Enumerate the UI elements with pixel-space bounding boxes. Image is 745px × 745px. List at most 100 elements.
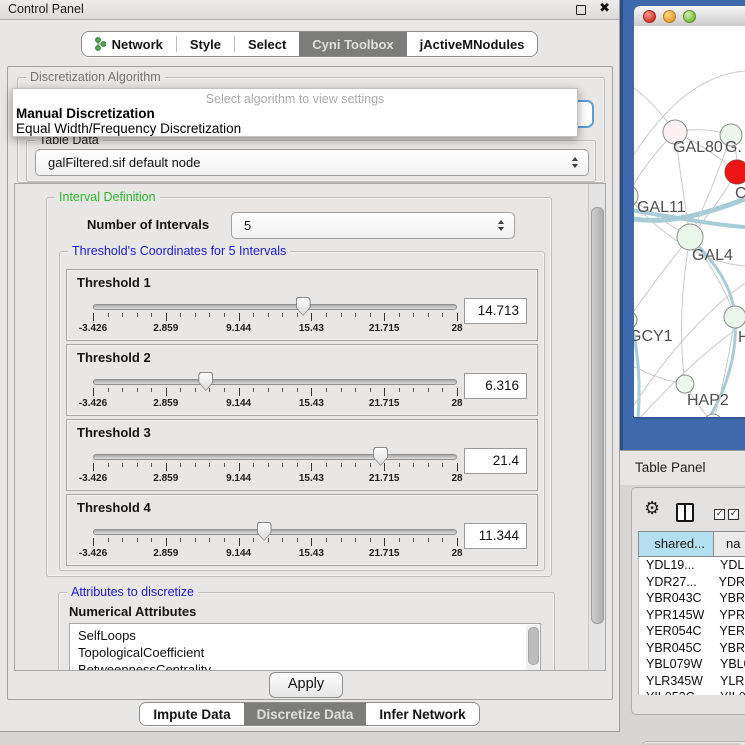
bottom-tab-row: Impute Data Discretize Data Infer Networ…	[0, 702, 619, 726]
slider-track[interactable]	[93, 529, 457, 535]
cell-name[interactable]: YBR0	[714, 590, 745, 607]
horizontal-scrollbar[interactable]	[642, 741, 745, 745]
slider-track[interactable]	[93, 379, 457, 385]
network-node-label: GCY1	[634, 328, 673, 345]
node-table: shared... na YDL19...YDL1YDR27...YDR2YBR…	[638, 531, 745, 695]
network-window: GAL80G.CGAL11GAL4GCY1HHAP2	[620, 0, 745, 450]
column-header-shared-name[interactable]: shared...	[638, 531, 714, 557]
table-row[interactable]: YBR045CYBR0	[639, 640, 745, 657]
number-of-intervals-combobox[interactable]: 5	[231, 212, 515, 239]
gear-icon[interactable]: ⚙	[644, 498, 660, 519]
network-node-label: GAL80	[673, 139, 723, 156]
threshold-1-label: Threshold 1	[77, 275, 151, 290]
threshold-2-value-field[interactable]: 6.316	[464, 373, 527, 399]
option-manual-discretization[interactable]: Manual Discretization	[13, 106, 577, 121]
table-row[interactable]: YER054CYER0	[639, 623, 745, 640]
list-scrollbar-thumb[interactable]	[528, 627, 539, 665]
table-row[interactable]: YDR27...YDR2	[639, 574, 745, 591]
cell-name[interactable]: YER0	[714, 623, 745, 640]
table-row[interactable]: YIL052CYIL0	[639, 689, 745, 695]
slider-tick-labels: -3.4262.8599.14415.4321.71528	[93, 548, 457, 560]
interval-definition-group-title: Interval Definition	[55, 190, 160, 204]
tab-infer-network[interactable]: Infer Network	[366, 703, 478, 725]
threshold-2-slider[interactable]: -3.4262.8599.14415.4321.71528	[93, 371, 457, 411]
cell-shared-name[interactable]: YDL19...	[639, 557, 715, 574]
table-row[interactable]: YDL19...YDL1	[639, 557, 745, 574]
column-header-name[interactable]: na	[714, 531, 745, 557]
table-row[interactable]: YBR043CYBR0	[639, 590, 745, 607]
numerical-attributes-label: Numerical Attributes	[69, 604, 196, 619]
attribute-item[interactable]: SelfLoops	[70, 627, 540, 644]
cell-shared-name[interactable]: YBR043C	[639, 590, 714, 607]
tab-style[interactable]: Style	[177, 32, 234, 56]
threshold-4-slider[interactable]: -3.4262.8599.14415.4321.71528	[93, 521, 457, 561]
threshold-1-value-field[interactable]: 14.713	[464, 298, 527, 324]
network-node-hap2[interactable]	[676, 375, 694, 393]
threshold-4-value-field[interactable]: 11.344	[464, 523, 527, 549]
cell-name[interactable]: YLR3	[715, 673, 745, 690]
cell-name[interactable]: YBL0	[715, 656, 745, 673]
option-equal-width-frequency[interactable]: Equal Width/Frequency Discretization	[13, 121, 577, 136]
cell-name[interactable]: YDL1	[715, 557, 745, 574]
number-of-intervals-label: Number of Intervals	[87, 217, 209, 232]
threshold-3-slider[interactable]: -3.4262.8599.14415.4321.71528	[93, 446, 457, 486]
list-scrollbar[interactable]	[526, 625, 539, 671]
slider-track[interactable]	[93, 304, 457, 310]
vertical-scrollbar[interactable]	[588, 184, 605, 670]
vertical-scrollbar-thumb[interactable]	[591, 207, 604, 624]
threshold-4-panel: Threshold 4 -3.4262.8599.14415.4321.7152…	[66, 494, 538, 566]
minimize-traffic-light[interactable]	[663, 10, 676, 23]
network-node-gcy1[interactable]	[634, 311, 637, 329]
float-window-icon[interactable]	[576, 5, 586, 15]
slider-track[interactable]	[93, 454, 457, 460]
cell-shared-name[interactable]: YIL052C	[639, 689, 715, 695]
cell-name[interactable]: YBR0	[714, 640, 745, 657]
attribute-item[interactable]: BetweennessCentrality	[70, 661, 540, 671]
cell-name[interactable]: YPR1	[714, 607, 745, 624]
network-node-c[interactable]	[725, 160, 745, 184]
cell-shared-name[interactable]: YDR27...	[639, 574, 714, 591]
tab-impute-data[interactable]: Impute Data	[140, 703, 243, 725]
tab-discretize-data[interactable]: Discretize Data	[244, 703, 367, 725]
slider-ticks	[93, 388, 457, 397]
cell-shared-name[interactable]: YBR045C	[639, 640, 714, 657]
cell-name[interactable]: YIL0	[715, 689, 745, 695]
cell-shared-name[interactable]: YBL079W	[639, 656, 715, 673]
table-data-combobox[interactable]: galFiltered.sif default node	[35, 149, 589, 176]
attribute-item[interactable]: TopologicalCoefficient	[70, 644, 540, 661]
numerical-attributes-list[interactable]: SelfLoopsTopologicalCoefficientBetweenne…	[69, 623, 541, 671]
table-panel: ⚙ ✓ ✓ shared... na YDL19...YDL1YDR27...Y…	[631, 487, 745, 715]
combo-spinner-icon	[567, 157, 583, 168]
checkbox-icon[interactable]: ✓	[728, 509, 739, 520]
table-row[interactable]: YBL079WYBL0	[639, 656, 745, 673]
tab-impute-data-label: Impute Data	[153, 707, 230, 722]
algorithm-placeholder-option[interactable]: Select algorithm to view settings	[13, 89, 577, 106]
threshold-1-slider[interactable]: -3.4262.8599.14415.4321.71528	[93, 296, 457, 336]
apply-button[interactable]: Apply	[269, 672, 343, 698]
cell-shared-name[interactable]: YER054C	[639, 623, 714, 640]
cyni-toolbox-panel: Discretization Algorithm Table Data galF…	[7, 66, 613, 700]
tab-jactivemnodules[interactable]: jActiveMNodules	[407, 32, 538, 56]
tab-network[interactable]: Network	[82, 32, 176, 56]
cell-shared-name[interactable]: YLR345W	[639, 673, 715, 690]
tab-style-label: Style	[190, 37, 221, 52]
close-traffic-light[interactable]	[643, 10, 656, 23]
table-row[interactable]: YPR145WYPR1	[639, 607, 745, 624]
table-data-selected-value: galFiltered.sif default node	[36, 155, 567, 170]
checkbox-icon[interactable]: ✓	[714, 509, 725, 520]
attributes-group-title: Attributes to discretize	[67, 585, 198, 599]
threshold-3-value-field[interactable]: 21.4	[464, 448, 527, 474]
cell-shared-name[interactable]: YPR145W	[639, 607, 714, 624]
close-panel-icon[interactable]: ✖	[599, 1, 610, 16]
threshold-1-panel: Threshold 1 -3.4262.8599.14415.4321.7152…	[66, 269, 538, 341]
tab-select[interactable]: Select	[235, 32, 299, 56]
zoom-traffic-light[interactable]	[683, 10, 696, 23]
thresholds-coordinates-group: Threshold's Coordinates for 5 Intervals …	[59, 251, 545, 571]
cell-name[interactable]: YDR2	[714, 574, 745, 591]
slider-tick-labels: -3.4262.8599.14415.4321.71528	[93, 323, 457, 335]
network-node-h[interactable]	[724, 306, 745, 328]
network-canvas[interactable]: GAL80G.CGAL11GAL4GCY1HHAP2	[634, 26, 745, 419]
table-row[interactable]: YLR345WYLR3	[639, 673, 745, 690]
tab-cyni-toolbox[interactable]: Cyni Toolbox	[299, 32, 406, 56]
columns-icon[interactable]	[676, 503, 694, 522]
